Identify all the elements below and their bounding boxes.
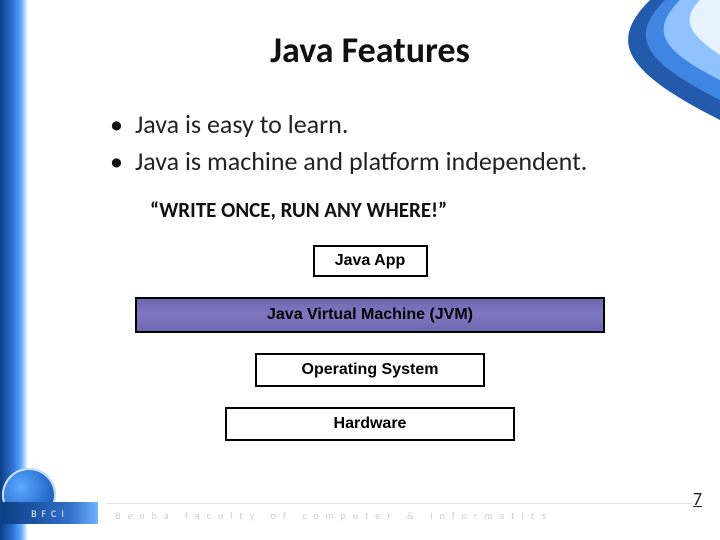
slide: Java Features Java is easy to learn. Jav…	[0, 0, 720, 540]
page-number: 7	[693, 488, 702, 510]
architecture-stack: Java App Java Virtual Machine (JVM) Oper…	[60, 245, 680, 441]
bullet-list: Java is easy to learn. Java is machine a…	[110, 108, 680, 177]
bullet-item: Java is easy to learn.	[110, 108, 680, 141]
left-stripe-decoration	[0, 0, 28, 540]
footer-acronym: BFCI	[2, 502, 98, 524]
bullet-item: Java is machine and platform independent…	[110, 145, 680, 178]
slogan-text: “WRITE ONCE, RUN ANY WHERE!”	[150, 197, 680, 223]
footer-divider	[106, 503, 692, 504]
footer-caption: Benha faculty of computer & Informatics	[115, 509, 680, 522]
stack-box-os: Operating System	[255, 353, 485, 387]
stack-box-java-app: Java App	[313, 245, 428, 277]
stack-box-jvm: Java Virtual Machine (JVM)	[135, 297, 605, 333]
slide-title: Java Features	[60, 28, 680, 72]
footer: BFCI Benha faculty of computer & Informa…	[0, 480, 720, 524]
stack-box-hardware: Hardware	[225, 407, 515, 441]
content-area: Java Features Java is easy to learn. Jav…	[60, 20, 680, 480]
